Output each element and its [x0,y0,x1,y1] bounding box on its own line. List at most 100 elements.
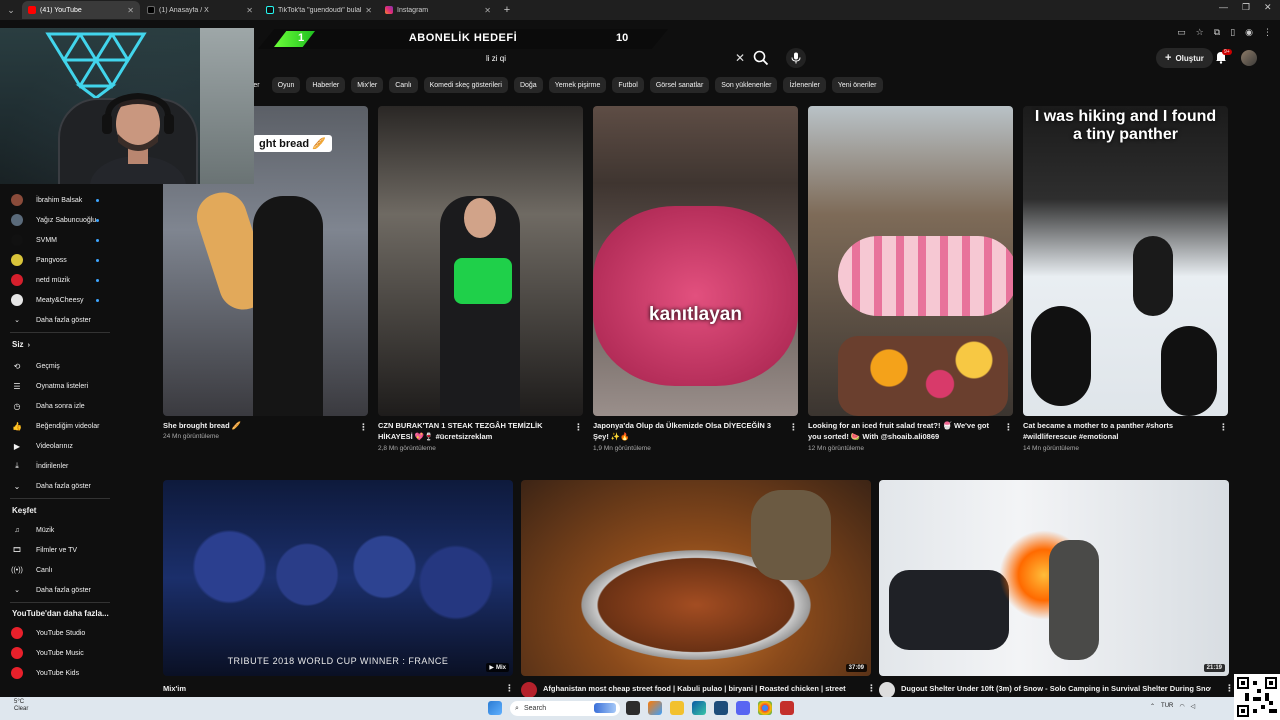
short-card[interactable]: I was hiking and I found a tiny panther C… [1023,106,1228,456]
app-icon[interactable] [780,701,794,715]
video-title[interactable]: Afghanistan most cheap street food | Kab… [543,683,853,694]
chrome-icon[interactable] [758,701,772,715]
sidebar-item[interactable]: ⟲ Geçmiş [0,357,120,375]
video-thumbnail[interactable]: 37:09 [521,480,871,676]
windows-start-icon[interactable] [488,701,502,715]
filter-chip[interactable]: Komedi skeç gösterileri [423,77,508,93]
short-thumbnail[interactable]: I was hiking and I found a tiny panther [1023,106,1228,416]
sidebar-item[interactable]: ((•)) Canlı [0,561,120,579]
filter-chip[interactable]: Son yüklenenler [715,77,778,93]
short-card[interactable]: CZN BURAK'TAN 1 STEAK TEZGÂH TEMİZLİK Hİ… [378,106,583,456]
profile-icon[interactable]: ◉ [1245,27,1253,38]
sidebar-item[interactable]: ▶ Videolarınız [0,437,120,455]
sidebar-channel[interactable]: Yağız Sabuncuoğlu [0,211,120,229]
filter-chip[interactable]: Canlı [389,77,418,93]
sidebar-channel[interactable]: Pangvoss [0,251,120,269]
tray-chevron-icon[interactable]: ⌃ [1150,703,1155,710]
minimize-icon[interactable]: — [1219,2,1228,12]
sidebar-item[interactable]: ☰ Oynatma listeleri [0,377,120,395]
close-window-icon[interactable]: ✕ [1264,2,1272,13]
tab-search-icon[interactable]: ⌄ [0,5,22,16]
close-icon[interactable]: ✕ [484,6,491,15]
video-thumbnail[interactable]: ▶ Mix TRIBUTE 2018 WORLD CUP WINNER : FRAN… [163,480,513,676]
tab-instagram[interactable]: Instagram ✕ [379,1,497,19]
more-options-icon[interactable]: ⋮ [867,683,876,694]
filter-chip[interactable]: Görsel sanatlar [649,77,710,93]
short-title[interactable]: Looking for an iced fruit salad treat?! … [808,420,993,442]
cast-icon[interactable]: ▭ [1177,27,1186,38]
short-title[interactable]: Cat became a mother to a panther #shorts… [1023,420,1208,442]
tab-tiktok[interactable]: TikTok'ta "guendoudi" bulabilirsin ✕ [260,1,378,19]
weather-widget[interactable]: 5°C Clear [14,699,28,713]
more-options-icon[interactable]: ⋮ [1225,683,1234,694]
bookmark-star-icon[interactable]: ☆ [1196,27,1204,38]
channel-avatar[interactable] [879,682,895,698]
more-options-icon[interactable]: ⋮ [574,422,583,433]
short-card[interactable]: kanıtlayan Japonya'da Olup da Ülkemizde O… [593,106,798,456]
wifi-icon[interactable]: ◠ [1179,703,1184,710]
short-card[interactable]: Looking for an iced fruit salad treat?! … [808,106,1013,456]
more-options-icon[interactable]: ⋮ [1004,422,1013,433]
extensions-icon[interactable]: ⧉ [1214,27,1220,38]
sidebar-channel[interactable]: Meaty&Cheesy [0,291,120,309]
video-card[interactable]: ▶ Mix TRIBUTE 2018 WORLD CUP WINNER : FRAN… [163,480,514,696]
section-you-heading[interactable]: Siz › [12,340,30,349]
short-title[interactable]: Japonya'da Olup da Ülkemizde Olsa DİYECE… [593,420,778,442]
file-explorer-icon[interactable] [670,701,684,715]
more-options-icon[interactable]: ⋮ [505,683,514,694]
video-card[interactable]: 21:19 Dugout Shelter Under 10ft (3m) of S… [879,480,1234,698]
close-icon[interactable]: ✕ [246,6,253,15]
video-thumbnail[interactable]: 21:19 [879,480,1229,676]
more-options-icon[interactable]: ⋮ [789,422,798,433]
filter-chip[interactable]: Futbol [612,77,644,93]
language-indicator[interactable]: TUR [1161,703,1173,710]
filter-chip[interactable]: İzlenenler [783,77,826,93]
copilot-icon[interactable] [648,701,662,715]
short-thumbnail[interactable] [378,106,583,416]
search-input[interactable] [476,47,732,69]
tab-youtube[interactable]: (41) YouTube ✕ [22,1,140,19]
sidebar-item[interactable]: 🎞 Filmler ve TV [0,541,120,559]
sidebar-item[interactable]: 👍 Beğendiğim videolar [0,417,120,435]
create-button[interactable]: + Oluştur [1156,48,1213,68]
channel-avatar[interactable] [521,682,537,698]
video-card[interactable]: 37:09 Afghanistan most cheap street food … [521,480,876,698]
filter-chip[interactable]: Yeni öneriler [831,77,883,93]
edge-icon[interactable] [692,701,706,715]
account-avatar[interactable] [1241,50,1257,66]
close-icon[interactable]: ✕ [365,6,372,15]
sidebar-item[interactable]: YouTube Studio [0,624,120,642]
sidebar-item[interactable]: ⌄ Daha fazla göster [0,477,120,495]
sidebar-channel[interactable]: netd müzik [0,271,120,289]
short-thumbnail[interactable]: kanıtlayan [593,106,798,416]
short-thumbnail[interactable] [808,106,1013,416]
filter-chip[interactable]: Yemek pişirme [548,77,607,93]
sidebar-item[interactable]: ⌄ Daha fazla göster [0,581,120,599]
mic-icon[interactable] [786,48,806,68]
video-title[interactable]: Mix'im [163,683,483,694]
maximize-icon[interactable]: ❐ [1242,2,1250,13]
short-title[interactable]: CZN BURAK'TAN 1 STEAK TEZGÂH TEMİZLİK Hİ… [378,420,563,442]
store-icon[interactable] [714,701,728,715]
sidebar-item[interactable]: YouTube Music [0,644,120,662]
discord-icon[interactable] [736,701,750,715]
search-icon[interactable] [752,49,770,67]
sidebar-item[interactable]: ♫ Müzik [0,521,120,539]
sidebar-channel[interactable]: SVMM [0,231,120,249]
filter-chip[interactable]: Oyun [271,77,301,93]
short-title[interactable]: She brought bread 🥖 [163,420,348,431]
sidebar-item[interactable]: YouTube Kids [0,664,120,682]
filter-chip[interactable]: Haberler [306,77,346,93]
filter-chip[interactable]: Doğa [513,77,543,93]
sidepanel-icon[interactable]: ▯ [1230,27,1235,38]
volume-icon[interactable]: ◁ [1191,703,1196,710]
task-view-icon[interactable] [626,701,640,715]
sidebar-channel[interactable]: İbrahim Balsak [0,191,120,209]
sidebar-item[interactable]: ⤓ İndirilenler [0,457,120,475]
close-icon[interactable]: ✕ [127,6,134,15]
video-title[interactable]: Dugout Shelter Under 10ft (3m) of Snow -… [901,683,1211,694]
clear-search-icon[interactable]: ✕ [732,51,748,65]
tab-x[interactable]: (1) Anasayfa / X ✕ [141,1,259,19]
sidebar-item[interactable]: ◷ Daha sonra izle [0,397,120,415]
filter-chip[interactable]: Mix'ler [351,77,384,93]
